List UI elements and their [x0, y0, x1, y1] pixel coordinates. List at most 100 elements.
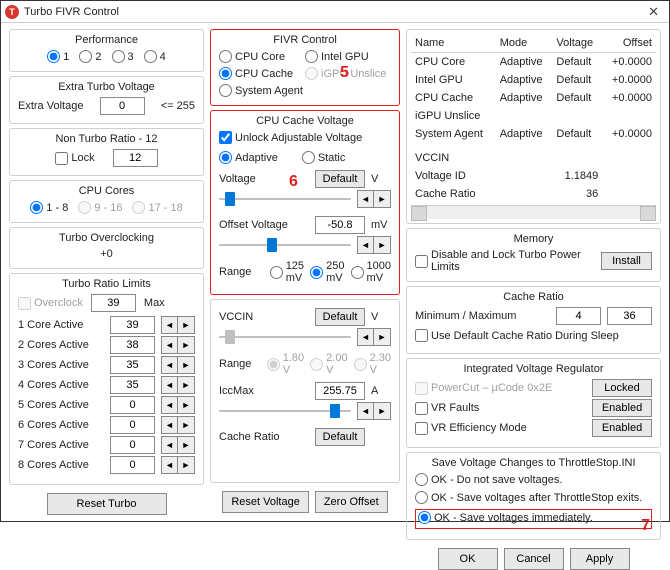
close-icon[interactable]: ✕: [642, 4, 665, 20]
powercut-checkbox[interactable]: PowerCut – µCode 0x2E: [415, 382, 552, 395]
app-icon: T: [5, 5, 19, 19]
vr-faults-button[interactable]: Enabled: [592, 399, 652, 417]
fivr-option[interactable]: System Agent: [219, 84, 305, 97]
core-active-stepper[interactable]: ◄►: [161, 356, 195, 374]
lock-checkbox[interactable]: Lock: [55, 152, 94, 165]
core-active-stepper[interactable]: ◄►: [161, 416, 195, 434]
voltage-slider[interactable]: [219, 191, 351, 207]
fivr-option[interactable]: CPU Core: [219, 50, 305, 63]
range-125-radio[interactable]: 125 mV: [270, 260, 304, 284]
performance-option-4[interactable]: 4: [144, 50, 166, 63]
cpu-cores-option[interactable]: 9 - 16: [78, 201, 122, 214]
cache-voltage-title: CPU Cache Voltage: [219, 115, 391, 127]
iccmax-stepper[interactable]: ◄►: [357, 402, 391, 420]
iccmax-slider[interactable]: [219, 403, 351, 419]
reset-voltage-button[interactable]: Reset Voltage: [222, 491, 309, 513]
core-active-input[interactable]: [110, 456, 155, 474]
non-turbo-value[interactable]: [113, 149, 158, 167]
core-active-input[interactable]: [110, 436, 155, 454]
fivr-option[interactable]: CPU Cache: [219, 67, 305, 80]
range-1000-radio[interactable]: 1000 mV: [351, 260, 391, 284]
core-active-input[interactable]: [110, 396, 155, 414]
table-row[interactable]: VCCIN: [411, 149, 656, 167]
core-active-stepper[interactable]: ◄►: [161, 316, 195, 334]
offset-slider[interactable]: [219, 237, 351, 253]
overclock-value[interactable]: [91, 294, 136, 312]
voltage-default-button[interactable]: Default: [315, 170, 365, 188]
offset-stepper[interactable]: ◄►: [357, 236, 391, 254]
extra-voltage-label: Extra Voltage: [18, 100, 83, 112]
cancel-button[interactable]: Cancel: [504, 548, 564, 570]
cpu-cores-option[interactable]: 17 - 18: [132, 201, 182, 214]
voltage-stepper[interactable]: ◄►: [357, 190, 391, 208]
core-active-row: 8 Cores Active ◄►: [18, 456, 195, 474]
powercut-label: PowerCut – µCode 0x2E: [431, 382, 552, 394]
static-radio[interactable]: Static: [302, 151, 346, 164]
apply-button[interactable]: Apply: [570, 548, 630, 570]
th-mode[interactable]: Mode: [496, 34, 553, 53]
save-option[interactable]: OK - Save voltages after ThrottleStop ex…: [415, 491, 642, 504]
core-active-stepper[interactable]: ◄►: [161, 456, 195, 474]
core-active-stepper[interactable]: ◄►: [161, 396, 195, 414]
unlock-adjustable-checkbox[interactable]: Unlock Adjustable Voltage: [219, 131, 362, 144]
table-scrollbar[interactable]: [411, 205, 656, 219]
table-row[interactable]: iGPU Unslice: [411, 107, 656, 125]
disable-lock-checkbox[interactable]: Disable and Lock Turbo Power Limits: [415, 249, 595, 273]
locked-button[interactable]: Locked: [592, 379, 652, 397]
cache-ratio-title: Cache Ratio: [415, 291, 652, 303]
core-active-input[interactable]: [110, 316, 155, 334]
zero-offset-button[interactable]: Zero Offset: [315, 491, 388, 513]
range-200-radio[interactable]: 2.00 V: [310, 352, 347, 376]
vr-eff-checkbox[interactable]: VR Efficiency Mode: [415, 422, 527, 435]
core-active-input[interactable]: [110, 356, 155, 374]
core-active-label: 1 Core Active: [18, 319, 104, 331]
core-active-stepper[interactable]: ◄►: [161, 376, 195, 394]
table-row[interactable]: CPU CacheAdaptiveDefault+0.0000: [411, 89, 656, 107]
core-active-input[interactable]: [110, 416, 155, 434]
core-active-stepper[interactable]: ◄►: [161, 436, 195, 454]
table-row[interactable]: Intel GPUAdaptiveDefault+0.0000: [411, 71, 656, 89]
fivr-option[interactable]: Intel GPU: [305, 50, 391, 63]
cache-max-input[interactable]: [607, 307, 652, 325]
voltage-unit: V: [371, 173, 391, 185]
vccin-default-button[interactable]: Default: [315, 308, 365, 326]
vccin-stepper[interactable]: ◄►: [357, 328, 391, 346]
performance-option-1[interactable]: 1: [47, 50, 69, 63]
range-250-radio[interactable]: 250 mV: [310, 260, 344, 284]
th-offset[interactable]: Offset: [602, 34, 656, 53]
extra-voltage-input[interactable]: [100, 97, 145, 115]
th-voltage[interactable]: Voltage: [552, 34, 602, 53]
adaptive-radio[interactable]: Adaptive: [219, 151, 278, 164]
core-active-input[interactable]: [110, 376, 155, 394]
ok-button[interactable]: OK: [438, 548, 498, 570]
overclock-checkbox[interactable]: Overclock: [18, 297, 83, 310]
table-row[interactable]: Voltage ID1.1849: [411, 167, 656, 185]
range-180-radio[interactable]: 1.80 V: [267, 352, 304, 376]
performance-option-2[interactable]: 2: [79, 50, 101, 63]
default-cache-sleep-checkbox[interactable]: Use Default Cache Ratio During Sleep: [415, 329, 619, 342]
range-label: Range: [219, 266, 264, 278]
cpu-cores-option[interactable]: 1 - 8: [30, 201, 68, 214]
iccmax-input[interactable]: [315, 382, 365, 400]
cache-ratio-default-button[interactable]: Default: [315, 428, 365, 446]
th-name[interactable]: Name: [411, 34, 496, 53]
install-button[interactable]: Install: [601, 252, 652, 270]
vccin-slider[interactable]: [219, 329, 351, 345]
table-row[interactable]: Cache Ratio36: [411, 185, 656, 203]
table-row[interactable]: CPU CoreAdaptiveDefault+0.0000: [411, 53, 656, 72]
save-option[interactable]: OK - Save voltages immediately.: [418, 511, 593, 524]
range-230-radio[interactable]: 2.30 V: [354, 352, 391, 376]
save-option[interactable]: OK - Do not save voltages.: [415, 473, 562, 486]
cache-min-input[interactable]: [556, 307, 601, 325]
vr-eff-button[interactable]: Enabled: [592, 419, 652, 437]
core-active-input[interactable]: [110, 336, 155, 354]
core-active-stepper[interactable]: ◄►: [161, 336, 195, 354]
core-active-label: 4 Cores Active: [18, 379, 104, 391]
reset-turbo-button[interactable]: Reset Turbo: [47, 493, 167, 515]
offset-voltage-input[interactable]: [315, 216, 365, 234]
table-row[interactable]: System AgentAdaptiveDefault+0.0000: [411, 125, 656, 143]
vr-faults-checkbox[interactable]: VR Faults: [415, 402, 479, 415]
performance-option-3[interactable]: 3: [112, 50, 134, 63]
fivr-option[interactable]: iGPU Unslice: [305, 67, 391, 80]
core-active-label: 5 Cores Active: [18, 399, 104, 411]
